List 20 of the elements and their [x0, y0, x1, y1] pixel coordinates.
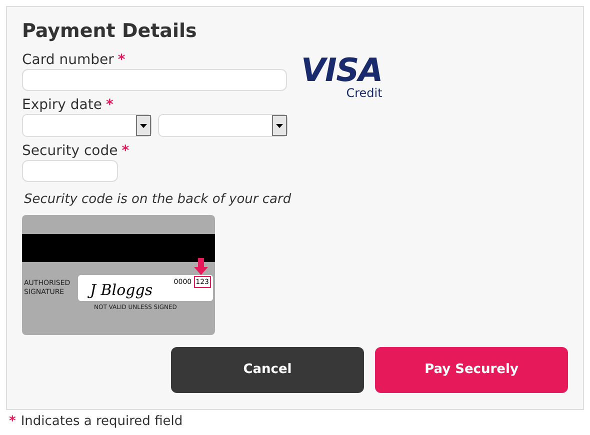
security-code-hint: Security code is on the back of your card: [24, 191, 292, 209]
field-label: Card number: [22, 51, 114, 69]
required-note: Indicates a required field: [20, 413, 183, 431]
arrow-down-icon: [194, 258, 208, 274]
signature-text: J Bloggs: [90, 278, 153, 301]
pay-button[interactable]: Pay Securely: [375, 346, 568, 392]
field-label: Security code: [22, 142, 118, 160]
dropdown-field[interactable]: [22, 114, 152, 137]
cancel-button[interactable]: Cancel: [171, 346, 364, 392]
required-mark: *: [9, 413, 16, 431]
card-type-label: Credit: [346, 87, 382, 99]
page-title: Payment Details: [22, 19, 198, 43]
field-label: Expiry date: [22, 96, 102, 114]
required-mark: *: [118, 51, 126, 69]
visa-logo: VISA: [301, 53, 382, 87]
required-mark: *: [106, 96, 114, 114]
security-code-field[interactable]: [22, 160, 118, 182]
dropdown-field[interactable]: [158, 114, 288, 137]
card-number-field[interactable]: [22, 69, 287, 91]
required-mark: *: [122, 142, 130, 160]
